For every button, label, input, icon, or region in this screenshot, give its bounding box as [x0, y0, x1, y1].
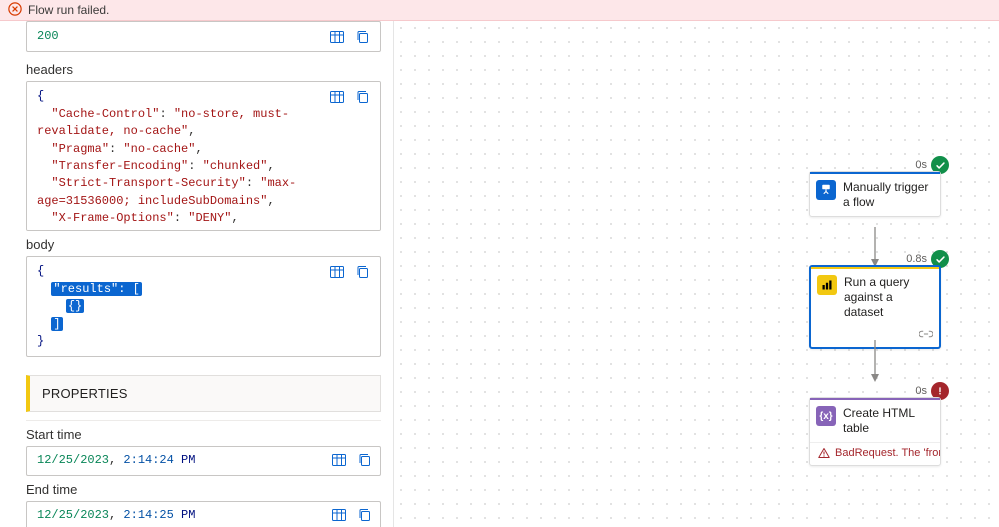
hdr-xfo: DENY — [195, 211, 224, 225]
table-view-icon[interactable] — [328, 28, 346, 46]
table-view-icon[interactable] — [330, 506, 348, 524]
trigger-icon — [816, 180, 836, 200]
table-view-icon[interactable] — [328, 263, 346, 281]
powerbi-icon — [817, 275, 837, 295]
headers-label: headers — [26, 62, 381, 77]
step2-title: Run a query against a dataset — [844, 275, 931, 320]
hdr-pragma: no-cache — [131, 142, 189, 156]
variable-icon: {x} — [816, 406, 836, 426]
error-circle-icon — [8, 2, 22, 19]
step3-error-text: BadRequest. The 'from' pro… — [835, 447, 940, 459]
copy-icon[interactable] — [354, 263, 372, 281]
details-panel[interactable]: 200 headers — [0, 21, 394, 527]
flow-canvas[interactable]: 0s Manually trigger a flow — [394, 21, 999, 527]
copy-icon[interactable] — [356, 451, 374, 469]
statuscode-box: 200 — [26, 21, 381, 52]
flow-step-trigger[interactable]: 0s Manually trigger a flow — [809, 171, 941, 217]
copy-icon[interactable] — [354, 88, 372, 106]
step3-title: Create HTML table — [843, 406, 932, 436]
start-time-box: 12/25/2023, 2:14:24 PM — [26, 446, 381, 476]
properties-card: PROPERTIES — [26, 375, 381, 412]
connector-arrow-icon — [867, 340, 883, 384]
flow-step-query[interactable]: 0.8s Run a query against a dataset — [809, 265, 941, 349]
step1-title: Manually trigger a flow — [843, 180, 932, 210]
body-label: body — [26, 237, 381, 252]
connector-arrow-icon — [867, 227, 883, 269]
end-time-box: 12/25/2023, 2:14:25 PM — [26, 501, 381, 527]
table-view-icon[interactable] — [328, 88, 346, 106]
flow-step-createhtml[interactable]: 0s {x} Create HTML table BadRequest. The… — [809, 397, 941, 466]
end-time-label: End time — [26, 482, 381, 497]
copy-icon[interactable] — [354, 28, 372, 46]
status-code-value: 200 — [37, 29, 59, 43]
error-banner: Flow run failed. — [0, 0, 999, 21]
error-banner-text: Flow run failed. — [28, 3, 109, 17]
body-results-highlight: "results": [ — [51, 282, 141, 296]
link-icon — [919, 328, 933, 343]
hdr-xcto: nosniff — [246, 229, 296, 232]
table-view-icon[interactable] — [330, 451, 348, 469]
start-time-label: Start time — [26, 427, 381, 442]
hdr-transfer-encoding: chunked — [210, 159, 260, 173]
body-box[interactable]: { "results": [ {} ] } — [26, 256, 381, 357]
step-error-row: BadRequest. The 'from' pro… — [810, 442, 940, 465]
properties-title: PROPERTIES — [30, 376, 380, 411]
headers-box[interactable]: { "Cache-Control": "no-store, must-reval… — [26, 81, 381, 231]
copy-icon[interactable] — [356, 506, 374, 524]
